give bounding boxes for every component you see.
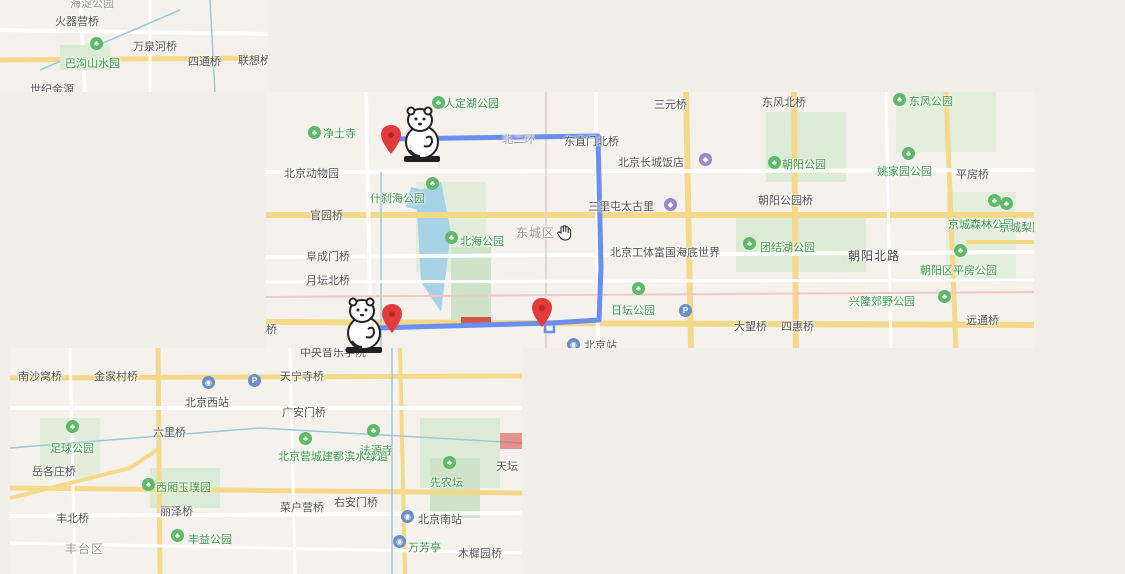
park-icon: ♣ [367,424,380,437]
park-icon: ♣ [954,244,967,257]
location-pin-icon[interactable] [531,297,553,329]
park-icon: ♣ [426,177,439,190]
map-view[interactable]: 海淀公园 火器营桥 ♣ 万泉河桥 巴沟山水园 四通桥 联想桥 世纪金源 人定湖公… [0,0,1125,574]
polar-bear-icon[interactable] [340,295,388,355]
parking-icon: P [248,374,261,387]
park-icon: ♣ [988,194,1001,207]
map-tile-top-left: 海淀公园 火器营桥 ♣ 万泉河桥 巴沟山水园 四通桥 联想桥 世纪金源 [0,0,268,92]
station-icon: ◉ [202,376,215,389]
park-icon: ♣ [66,420,79,433]
park-icon: ♣ [142,478,155,491]
park-icon: ♣ [299,432,312,445]
park-icon: ♣ [308,126,321,139]
park-icon: ♣ [443,456,456,469]
park-icon: ♣ [1000,197,1013,210]
station-icon: ◉ [567,338,580,348]
parking-icon: P [679,304,692,317]
park-icon: ♣ [90,37,103,50]
station-icon: ◉ [393,535,406,548]
map-tile-bottom-left: 中央音乐学院 南沙窝桥 金家村桥 ◉ P 天宁寺桥 北京西站 广安门桥 六里桥 … [10,348,522,574]
park-icon: ♣ [632,282,645,295]
park-icon: ♣ [171,529,184,542]
park-icon: ♣ [893,93,906,106]
shopping-icon: ◆ [664,198,677,211]
park-icon: ♣ [445,231,458,244]
polar-bear-icon[interactable] [398,104,446,164]
hand-cursor-icon [557,225,572,241]
station-icon: ◉ [401,510,414,523]
park-icon: ♣ [902,147,915,160]
park-icon: ♣ [743,237,756,250]
park-icon: ♣ [768,156,781,169]
shopping-icon: ◆ [699,153,712,166]
park-icon: ♣ [938,290,951,303]
